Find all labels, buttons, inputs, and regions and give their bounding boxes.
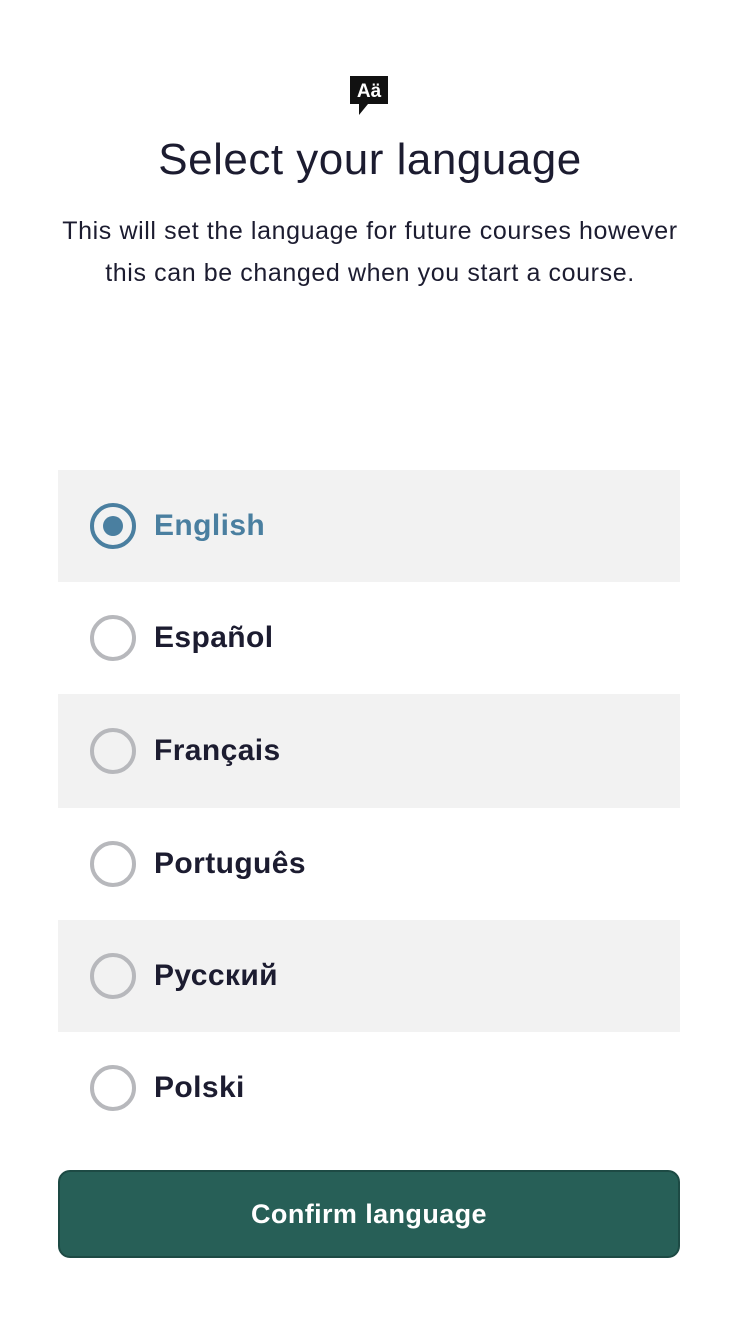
- radio-button[interactable]: [90, 615, 136, 661]
- page-title: Select your language: [158, 135, 582, 184]
- language-option-label: Français: [154, 734, 281, 767]
- radio-button[interactable]: [90, 728, 136, 774]
- language-option-label: Español: [154, 621, 274, 654]
- radio-button-checked[interactable]: [90, 503, 136, 549]
- language-option-label: Português: [154, 847, 306, 880]
- language-option-francais[interactable]: Français: [58, 694, 680, 808]
- language-options: English Español Français Português Русск…: [58, 470, 680, 1144]
- page-subtitle: This will set the language for future co…: [62, 217, 678, 287]
- language-option-label: Polski: [154, 1071, 245, 1104]
- radio-button[interactable]: [90, 1065, 136, 1111]
- language-option-espanol[interactable]: Español: [58, 582, 680, 694]
- language-option-label: English: [154, 509, 266, 542]
- radio-button[interactable]: [90, 841, 136, 887]
- language-icon-text: Aä: [357, 81, 382, 102]
- language-option-label: Русский: [154, 959, 279, 992]
- radio-button[interactable]: [90, 953, 136, 999]
- confirm-language-button[interactable]: Confirm language: [58, 1170, 680, 1258]
- language-option-polski[interactable]: Polski: [58, 1032, 680, 1144]
- language-option-english[interactable]: English: [58, 470, 680, 582]
- language-option-portugues[interactable]: Português: [58, 808, 680, 920]
- language-icon: Aä: [350, 76, 388, 115]
- language-option-russian[interactable]: Русский: [58, 920, 680, 1032]
